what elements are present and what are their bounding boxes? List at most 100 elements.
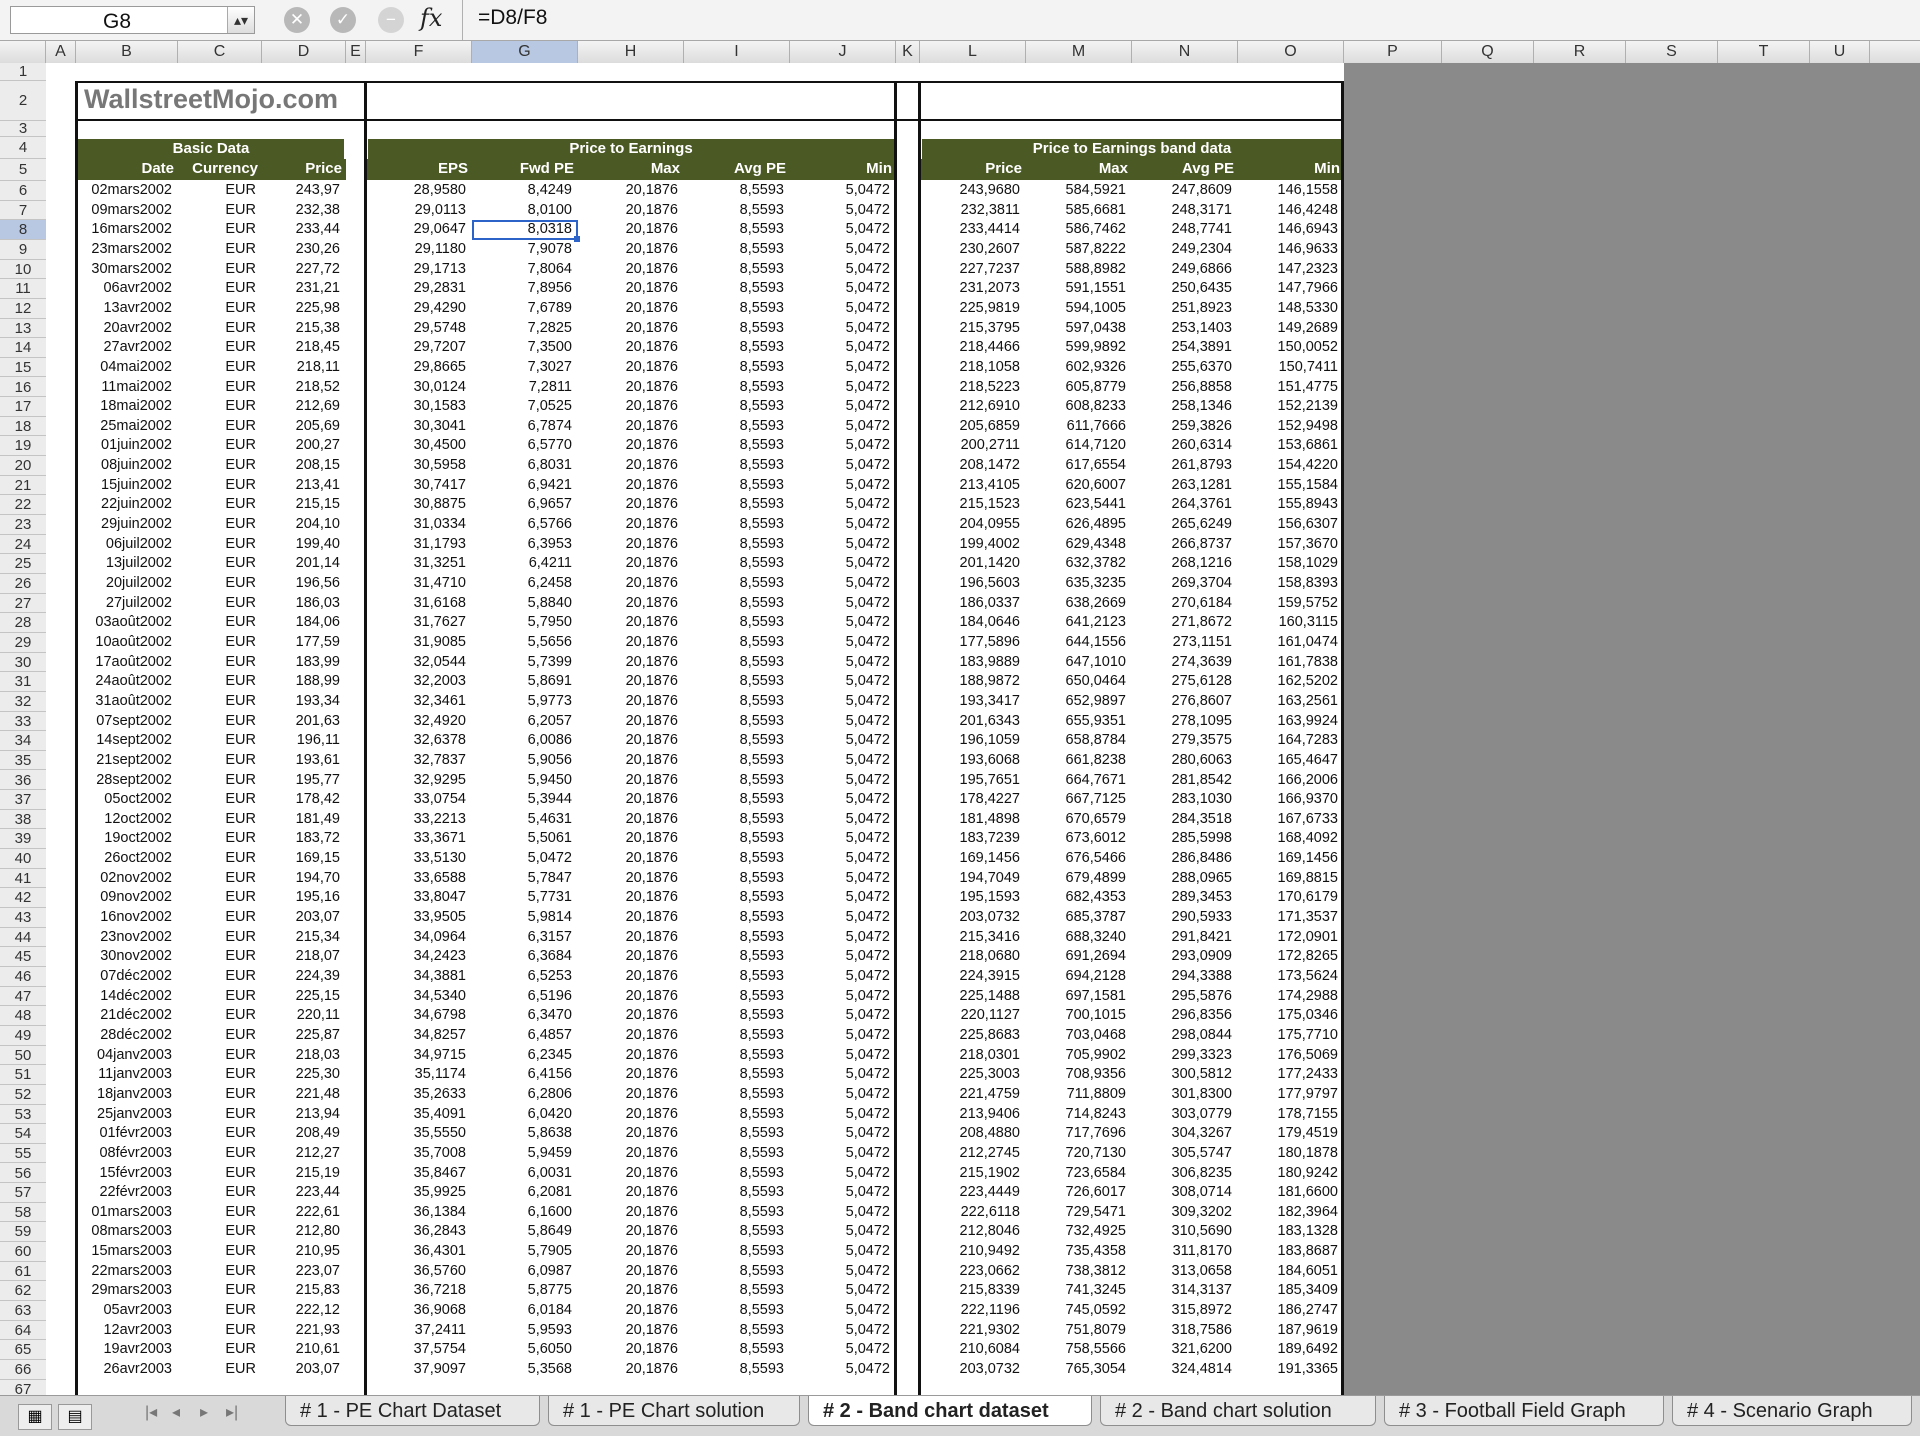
table-cell[interactable]: 295,5876 [1132, 987, 1232, 1007]
table-cell[interactable]: EUR [178, 417, 256, 437]
table-cell[interactable]: 8,0100 [472, 201, 572, 221]
table-cell[interactable]: 31août2002 [76, 692, 172, 712]
table-cell[interactable]: 5,0472 [790, 1281, 890, 1301]
table-cell[interactable]: 296,8356 [1132, 1006, 1232, 1026]
table-cell[interactable]: 8,5593 [684, 1046, 784, 1066]
table-cell[interactable]: 203,07 [262, 1360, 340, 1380]
table-cell[interactable]: 30,5958 [366, 456, 466, 476]
table-cell[interactable]: 587,8222 [1026, 240, 1126, 260]
table-cell[interactable]: 147,7966 [1238, 279, 1338, 299]
table-cell[interactable]: 07sept2002 [76, 712, 172, 732]
table-cell[interactable]: 36,9068 [366, 1301, 466, 1321]
table-cell[interactable]: 268,1216 [1132, 554, 1232, 574]
table-cell[interactable]: 08mars2003 [76, 1222, 172, 1242]
table-cell[interactable]: 153,6861 [1238, 436, 1338, 456]
table-cell[interactable]: 215,15 [262, 495, 340, 515]
column-header-m[interactable]: M [1026, 41, 1132, 63]
table-cell[interactable]: 304,3267 [1132, 1124, 1232, 1144]
table-cell[interactable]: 5,0472 [790, 1301, 890, 1321]
row-header-24[interactable]: 24 [0, 535, 46, 555]
row-header-7[interactable]: 7 [0, 201, 46, 221]
table-cell[interactable]: 290,5933 [1132, 908, 1232, 928]
table-cell[interactable]: 8,5593 [684, 358, 784, 378]
table-cell[interactable]: 5,0472 [790, 653, 890, 673]
table-cell[interactable]: 8,5593 [684, 1085, 784, 1105]
table-cell[interactable]: 175,7710 [1238, 1026, 1338, 1046]
table-cell[interactable]: 5,7399 [472, 653, 572, 673]
table-cell[interactable]: EUR [178, 554, 256, 574]
table-cell[interactable]: 708,9356 [1026, 1065, 1126, 1085]
table-cell[interactable]: 8,5593 [684, 1281, 784, 1301]
table-cell[interactable]: 200,2711 [920, 436, 1020, 456]
table-cell[interactable]: 5,0472 [790, 378, 890, 398]
table-cell[interactable]: 243,9680 [920, 181, 1020, 201]
table-cell[interactable]: 188,9872 [920, 672, 1020, 692]
table-cell[interactable]: 170,6179 [1238, 888, 1338, 908]
table-cell[interactable]: EUR [178, 594, 256, 614]
table-cell[interactable]: 5,0472 [790, 829, 890, 849]
table-cell[interactable]: 20,1876 [578, 829, 678, 849]
table-cell[interactable]: 691,2694 [1026, 947, 1126, 967]
table-cell[interactable]: 02mars2002 [76, 181, 172, 201]
table-cell[interactable]: EUR [178, 1164, 256, 1184]
confirm-icon[interactable]: ✓ [330, 7, 356, 33]
table-cell[interactable]: 227,72 [262, 260, 340, 280]
table-cell[interactable]: 20,1876 [578, 181, 678, 201]
table-cell[interactable]: 193,3417 [920, 692, 1020, 712]
table-cell[interactable]: 6,5770 [472, 436, 572, 456]
table-cell[interactable]: EUR [178, 1340, 256, 1360]
table-cell[interactable]: 12oct2002 [76, 810, 172, 830]
table-cell[interactable]: 212,6910 [920, 397, 1020, 417]
table-cell[interactable]: 738,3812 [1026, 1262, 1126, 1282]
table-cell[interactable]: 650,0464 [1026, 672, 1126, 692]
table-cell[interactable]: 5,0472 [790, 319, 890, 339]
table-cell[interactable]: 8,5593 [684, 1124, 784, 1144]
table-cell[interactable]: 321,6200 [1132, 1340, 1232, 1360]
table-cell[interactable]: EUR [178, 240, 256, 260]
column-header-l[interactable]: L [920, 41, 1026, 63]
row-header-31[interactable]: 31 [0, 672, 46, 692]
table-cell[interactable]: 8,5593 [684, 1006, 784, 1026]
table-cell[interactable]: 20,1876 [578, 201, 678, 221]
table-cell[interactable]: 180,1878 [1238, 1144, 1338, 1164]
table-cell[interactable]: 324,4814 [1132, 1360, 1232, 1380]
table-cell[interactable]: 152,2139 [1238, 397, 1338, 417]
column-header-c[interactable]: C [178, 41, 262, 63]
worksheet[interactable]: WallstreetMojo.com Basic Data Price to Ea… [46, 63, 1920, 1395]
row-header-19[interactable]: 19 [0, 436, 46, 457]
table-cell[interactable]: 163,2561 [1238, 692, 1338, 712]
table-cell[interactable]: 281,8542 [1132, 771, 1232, 791]
table-cell[interactable]: 5,0472 [790, 338, 890, 358]
table-cell[interactable]: 155,1584 [1238, 476, 1338, 496]
table-cell[interactable]: 20,1876 [578, 1183, 678, 1203]
table-cell[interactable]: 6,4857 [472, 1026, 572, 1046]
table-cell[interactable]: 20,1876 [578, 397, 678, 417]
table-cell[interactable]: 218,45 [262, 338, 340, 358]
table-cell[interactable]: 29mars2003 [76, 1281, 172, 1301]
table-cell[interactable]: 248,3171 [1132, 201, 1232, 221]
table-cell[interactable]: 19oct2002 [76, 829, 172, 849]
table-cell[interactable]: 20,1876 [578, 771, 678, 791]
table-cell[interactable]: 6,5196 [472, 987, 572, 1007]
table-cell[interactable]: 34,3881 [366, 967, 466, 987]
table-cell[interactable]: 5,7950 [472, 613, 572, 633]
table-cell[interactable]: 7,8064 [472, 260, 572, 280]
table-cell[interactable]: 270,6184 [1132, 594, 1232, 614]
table-cell[interactable]: 07déc2002 [76, 967, 172, 987]
table-cell[interactable]: 8,5593 [684, 751, 784, 771]
table-cell[interactable]: 16mars2002 [76, 220, 172, 240]
table-cell[interactable]: 30,0124 [366, 378, 466, 398]
table-cell[interactable]: 30,1583 [366, 397, 466, 417]
table-cell[interactable]: EUR [178, 456, 256, 476]
table-cell[interactable]: 310,5690 [1132, 1222, 1232, 1242]
table-cell[interactable]: 36,7218 [366, 1281, 466, 1301]
table-cell[interactable]: 231,2073 [920, 279, 1020, 299]
table-cell[interactable]: 233,4414 [920, 220, 1020, 240]
table-cell[interactable]: 20,1876 [578, 633, 678, 653]
table-cell[interactable]: 5,4631 [472, 810, 572, 830]
table-cell[interactable]: EUR [178, 515, 256, 535]
table-cell[interactable]: 224,39 [262, 967, 340, 987]
table-cell[interactable]: 36,2843 [366, 1222, 466, 1242]
table-cell[interactable]: EUR [178, 888, 256, 908]
table-cell[interactable]: 20,1876 [578, 810, 678, 830]
